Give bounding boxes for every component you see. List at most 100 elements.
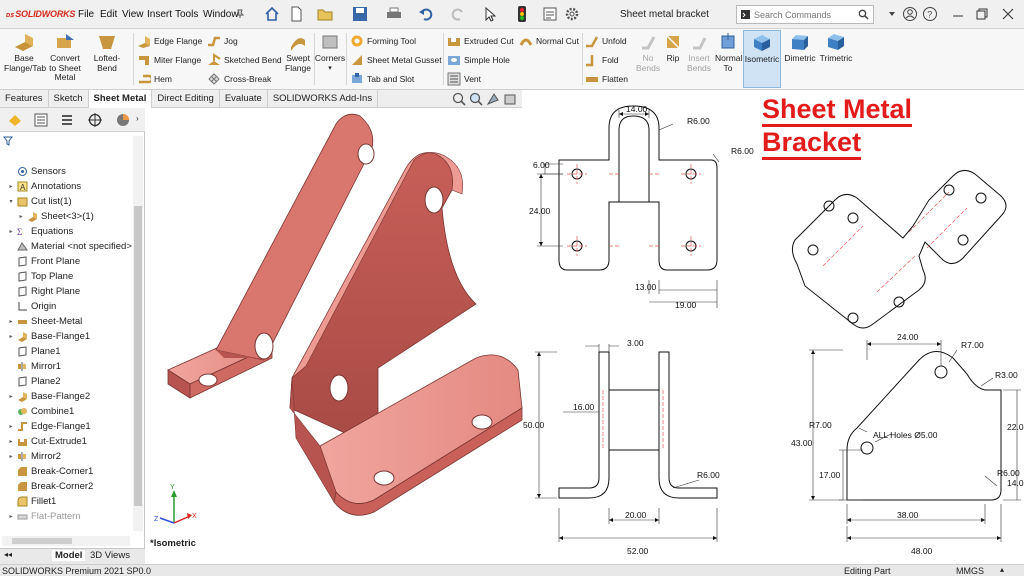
- hem-button[interactable]: Hem: [137, 72, 172, 86]
- tree-item[interactable]: Sensors: [8, 166, 66, 177]
- open-folder-icon[interactable]: [316, 5, 336, 23]
- tree-item[interactable]: Origin: [8, 301, 56, 312]
- flatten-button[interactable]: Flatten: [585, 72, 628, 86]
- print-icon[interactable]: [384, 5, 404, 23]
- tree-item[interactable]: ▸ Cut-Extrude1: [8, 436, 87, 447]
- configuration-manager-tab-icon[interactable]: [56, 111, 78, 129]
- tree-item[interactable]: ▸ Base-Flange1: [8, 331, 90, 342]
- edge-flange-button[interactable]: Edge Flange: [137, 34, 202, 48]
- user-account-icon[interactable]: [900, 5, 920, 23]
- tree-scrollbar[interactable]: [133, 136, 143, 531]
- graphics-viewport[interactable]: Y X Z *Isometric: [146, 108, 523, 549]
- base-flange-button[interactable]: Base Flange/Tab: [2, 32, 46, 73]
- tree-item[interactable]: Break-Corner1: [8, 466, 93, 477]
- help-dropdown-icon[interactable]: [882, 5, 902, 23]
- tree-item[interactable]: Material <not specified>: [8, 241, 132, 252]
- previous-view-icon[interactable]: [486, 92, 500, 108]
- tab-scroll-left-icon[interactable]: ◂◂: [4, 550, 12, 559]
- expand-arrow-icon[interactable]: ▸: [8, 513, 14, 520]
- jog-button[interactable]: Jog: [207, 34, 238, 48]
- file-properties-icon[interactable]: [540, 5, 560, 23]
- tab-features[interactable]: Features: [0, 90, 49, 108]
- expand-arrow-icon[interactable]: ▸: [8, 183, 14, 190]
- tree-item[interactable]: Plane2: [8, 376, 61, 387]
- zoom-to-fit-icon[interactable]: [452, 92, 466, 108]
- tree-item[interactable]: Fillet1: [8, 496, 56, 507]
- cross-break-button[interactable]: Cross-Break: [207, 72, 271, 86]
- help-icon[interactable]: ?: [920, 5, 940, 23]
- lofted-bend-button[interactable]: Lofted-Bend: [84, 32, 130, 73]
- normal-to-button[interactable]: Normal To: [714, 32, 742, 73]
- expand-arrow-icon[interactable]: ▸: [18, 213, 24, 220]
- section-view-icon[interactable]: [503, 92, 517, 108]
- trimetric-button[interactable]: Trimetric: [818, 32, 854, 64]
- tab-sketch[interactable]: Sketch: [49, 90, 89, 108]
- tree-item[interactable]: ▸ A Annotations: [8, 181, 81, 192]
- scrollbar-thumb[interactable]: [134, 206, 142, 506]
- close-icon[interactable]: [998, 5, 1018, 23]
- expanded-arrow-icon[interactable]: ▾: [8, 198, 14, 205]
- zoom-to-area-icon[interactable]: [469, 92, 483, 108]
- expand-arrow-icon[interactable]: ▸: [8, 438, 14, 445]
- tree-item[interactable]: Mirror1: [8, 361, 61, 372]
- expand-arrow-icon[interactable]: ▸: [8, 393, 14, 400]
- select-cursor-icon[interactable]: [480, 5, 500, 23]
- no-bends-button[interactable]: No Bends: [634, 32, 662, 73]
- fold-button[interactable]: Fold: [585, 53, 619, 67]
- panel-more-icon[interactable]: ›: [136, 114, 139, 123]
- expand-arrow-icon[interactable]: ▸: [8, 318, 14, 325]
- tree-item[interactable]: ▸ Edge-Flange1: [8, 421, 90, 432]
- tree-item[interactable]: ▸ Sheet-Metal: [8, 316, 82, 327]
- search-icon[interactable]: [858, 9, 869, 22]
- corners-button[interactable]: Corners ▾: [315, 32, 345, 73]
- tree-item[interactable]: ▸ Σ Equations: [8, 226, 73, 237]
- dimetric-button[interactable]: Dimetric: [783, 32, 817, 64]
- search-commands-input[interactable]: Search Commands: [736, 5, 874, 24]
- redo-icon[interactable]: [448, 5, 468, 23]
- tab-evaluate[interactable]: Evaluate: [220, 90, 268, 108]
- extruded-cut-button[interactable]: Extruded Cut: [447, 34, 514, 48]
- normal-cut-button[interactable]: Normal Cut: [519, 34, 579, 48]
- bracket-3d-model[interactable]: Y X Z: [146, 108, 523, 548]
- tab-direct-editing[interactable]: Direct Editing: [152, 90, 220, 108]
- pin-icon[interactable]: [234, 5, 246, 23]
- tab-solidworks-add-ins[interactable]: SOLIDWORKS Add-Ins: [268, 90, 379, 108]
- display-manager-tab-icon[interactable]: [112, 111, 134, 129]
- corners-dropdown-icon[interactable]: ▾: [328, 64, 332, 74]
- rebuild-icon[interactable]: [512, 5, 532, 23]
- expand-arrow-icon[interactable]: ▸: [8, 453, 14, 460]
- menu-edit[interactable]: Edit: [100, 9, 117, 20]
- horizontal-scrollbar[interactable]: [2, 536, 130, 546]
- solidworks-logo[interactable]: ᴅꜱ SOLIDWORKS: [6, 9, 75, 19]
- forming-tool-button[interactable]: Forming Tool: [350, 34, 416, 48]
- tree-item[interactable]: Break-Corner2: [8, 481, 93, 492]
- tab-model[interactable]: Model: [52, 550, 86, 561]
- units-dropdown-icon[interactable]: ▴: [1000, 565, 1004, 574]
- miter-flange-button[interactable]: Miter Flange: [137, 53, 201, 67]
- insert-bends-button[interactable]: Insert Bends: [684, 32, 714, 73]
- menu-insert[interactable]: Insert: [147, 9, 172, 20]
- menu-tools[interactable]: Tools: [175, 9, 198, 20]
- menu-view[interactable]: View: [122, 9, 144, 20]
- convert-to-sheet-metal-button[interactable]: Convert to Sheet Metal: [46, 32, 84, 83]
- tree-item[interactable]: ▸ Sheet<3>(1): [18, 211, 94, 222]
- tree-item[interactable]: ▸ Base-Flange2: [8, 391, 90, 402]
- sheet-metal-gusset-button[interactable]: Sheet Metal Gusset: [350, 53, 442, 67]
- property-manager-tab-icon[interactable]: [30, 111, 52, 129]
- filter-icon[interactable]: [3, 136, 13, 148]
- swept-flange-button[interactable]: Swept Flange: [283, 32, 313, 73]
- minimize-icon[interactable]: [948, 5, 968, 23]
- sketched-bend-button[interactable]: Sketched Bend: [207, 53, 282, 67]
- tree-item[interactable]: Top Plane: [8, 271, 73, 282]
- status-units[interactable]: MMGS: [956, 566, 984, 576]
- unfold-button[interactable]: Unfold: [585, 34, 627, 48]
- tree-item[interactable]: ▸ Mirror2: [8, 451, 61, 462]
- tab-3d-views[interactable]: 3D Views: [90, 550, 130, 561]
- options-gear-icon[interactable]: [562, 5, 582, 23]
- vent-button[interactable]: Vent: [447, 72, 481, 86]
- tree-item[interactable]: Plane1: [8, 346, 61, 357]
- tab-and-slot-button[interactable]: Tab and Slot: [350, 72, 414, 86]
- tree-item[interactable]: Right Plane: [8, 286, 80, 297]
- tree-item[interactable]: ▸ Flat-Pattern: [8, 511, 80, 522]
- expand-arrow-icon[interactable]: ▸: [8, 423, 14, 430]
